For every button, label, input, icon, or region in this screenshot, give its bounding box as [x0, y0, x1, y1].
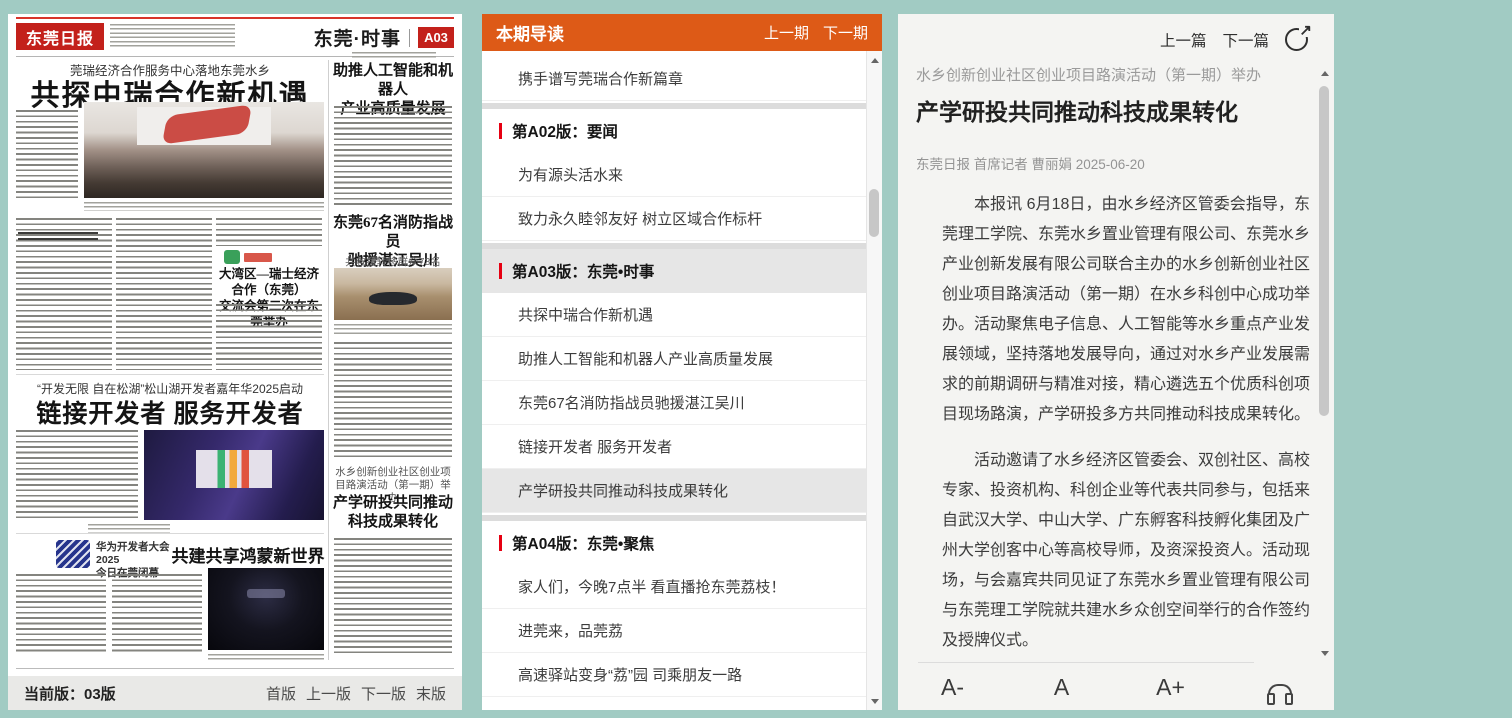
prev-article-link[interactable]: 上一篇 [1160, 29, 1207, 51]
roadshow-story-headline: 产学研投共同推动 科技成果转化 [332, 494, 454, 532]
newspaper-logo: 东莞日报 [16, 23, 104, 50]
article-body: 本报讯 6月18日，由水乡经济区管委会指导，东莞理工学院、东莞水乡置业管理有限公… [942, 190, 1310, 668]
headphones-icon [1268, 684, 1292, 698]
scrollbar-thumb[interactable] [1319, 86, 1329, 416]
scroll-down-icon[interactable] [867, 694, 882, 708]
scroll-up-icon[interactable] [867, 53, 882, 67]
masthead-separator [409, 29, 410, 47]
toc-item[interactable]: 共探中瑞合作新机遇 [482, 293, 867, 337]
toolbar-divider [918, 662, 1254, 663]
article-subtitle: 水乡创新创业社区创业项目路演活动（第一期）举办 [916, 64, 1290, 85]
toc-item[interactable]: 家人们，今晚7点半 看直播抢东莞荔枝！ [482, 565, 867, 609]
epaper-app: 东莞日报 东莞·时事 A03 莞瑞经济合作服务中心落地东莞水乡 共探中瑞合作新机… [0, 0, 1512, 718]
next-article-link[interactable]: 下一篇 [1222, 29, 1269, 51]
column-tag-icon [244, 253, 272, 262]
toc-body: 携手谱写莞瑞合作新篇章 第A02版：要闻 为有源头活水来 致力永久睦邻友好 树立… [482, 51, 882, 710]
toc-item[interactable]: 致力永久睦邻友好 树立区域合作标杆 [482, 197, 867, 241]
masthead-meta-placeholder [110, 24, 235, 48]
page-number-badge: A03 [418, 27, 454, 48]
body-text-placeholder [16, 574, 106, 654]
story-divider [16, 374, 324, 375]
toc-item[interactable]: 携手谱写莞瑞合作新篇章 [482, 57, 867, 101]
newspaper-page-image[interactable]: 东莞日报 东莞·时事 A03 莞瑞经济合作服务中心落地东莞水乡 共探中瑞合作新机… [8, 14, 462, 676]
photo-caption-placeholder [88, 524, 170, 536]
article-title: 产学研投共同推动科技成果转化 [916, 93, 1290, 127]
scroll-down-icon[interactable] [1317, 646, 1332, 660]
body-text-placeholder [112, 574, 202, 654]
article-paragraph: 本报讯 6月18日，由水乡经济区管委会指导，东莞理工学院、东莞水乡置业管理有限公… [942, 190, 1310, 430]
page-section-label: 东莞·时事 [314, 24, 401, 51]
photo-caption-placeholder [334, 324, 452, 336]
reader-toolbar: A- A A+ [898, 664, 1334, 710]
body-text-placeholder [216, 304, 322, 370]
toc-item[interactable]: 链接开发者 服务开发者 [482, 425, 867, 469]
page-bottom-rule [16, 668, 454, 669]
column-logo-icon [224, 250, 240, 264]
column-rule [328, 60, 329, 660]
font-decrease-button[interactable]: A- [898, 664, 1007, 710]
flood-rescue-photo [334, 268, 452, 320]
toc-section-a03[interactable]: 第A03版：东莞•时事 [482, 249, 867, 293]
body-text-placeholder [16, 430, 138, 520]
toc-list: 携手谱写莞瑞合作新篇章 第A02版：要闻 为有源头活水来 致力永久睦邻友好 树立… [482, 51, 867, 697]
newspaper-page-panel: 东莞日报 东莞·时事 A03 莞瑞经济合作服务中心落地东莞水乡 共探中瑞合作新机… [8, 14, 462, 710]
toc-item[interactable]: 高速驿站变身“荔”园 司乘朋友一路 [482, 653, 867, 697]
toc-scrollbar[interactable] [866, 51, 882, 710]
font-increase-button[interactable]: A+ [1116, 664, 1225, 710]
sdc-stage-photo [144, 430, 324, 520]
toc-section-a04[interactable]: 第A04版：东莞•聚焦 [482, 521, 867, 565]
kicker-placeholder [352, 52, 436, 58]
photo-caption-placeholder [208, 654, 324, 662]
issue-nav: 上一期 下一期 [764, 22, 868, 43]
toc-item-selected[interactable]: 产学研投共同推动科技成果转化 [482, 469, 867, 513]
last-page-link[interactable]: 末版 [416, 683, 446, 704]
fire-story-subhead: 共救援转移群众73名 [332, 254, 454, 269]
font-default-button[interactable]: A [1007, 664, 1116, 710]
conference-photo [84, 102, 324, 198]
toc-header: 本期导读 上一期 下一期 [482, 14, 882, 51]
prev-issue-link[interactable]: 上一期 [764, 22, 809, 43]
page-navigation-bar: 当前版：03版 首版 上一版 下一版 末版 [8, 676, 462, 710]
toc-item[interactable]: 助推人工智能和机器人产业高质量发展 [482, 337, 867, 381]
toc-section-a02[interactable]: 第A02版：要闻 [482, 109, 867, 153]
photo-caption-placeholder [84, 202, 324, 211]
listen-button[interactable] [1225, 664, 1334, 710]
article-byline: 东莞日报 首席记者 曹丽娟 2025-06-20 [916, 153, 1290, 173]
article-scrollbar[interactable] [1317, 64, 1332, 662]
scrollbar-thumb[interactable] [869, 189, 879, 237]
harmony-story-headline: 共建共享鸿蒙新世界 [170, 542, 326, 567]
body-text-placeholder [334, 342, 452, 460]
dev-story-headline: 链接开发者 服务开发者 [18, 394, 322, 430]
page-top-rule [16, 17, 454, 19]
share-icon[interactable]: ↗ [1285, 28, 1308, 51]
masthead-right: 东莞·时事 A03 [314, 24, 454, 51]
first-page-link[interactable]: 首版 [266, 683, 296, 704]
toc-item[interactable]: 进莞来，品莞荔 [482, 609, 867, 653]
page-nav-links: 首版 上一版 下一版 末版 [266, 683, 446, 704]
toc-item[interactable]: 为有源头活水来 [482, 153, 867, 197]
subhead-placeholder [18, 232, 98, 244]
story-divider [16, 533, 324, 534]
toc-panel: 本期导读 上一期 下一期 携手谱写莞瑞合作新篇章 第A02版：要闻 为有源头活水… [482, 14, 882, 710]
article-paragraph: 活动邀请了水乡经济区管委会、双创社区、高校专家、投资机构、科创企业等代表共同参与… [942, 446, 1310, 656]
article-reader-panel: 上一篇 下一篇 ↗ 水乡创新创业社区创业项目路演活动（第一期）举办 产学研投共同… [898, 14, 1334, 710]
toc-title: 本期导读 [496, 20, 564, 45]
toc-item[interactable]: 东莞67名消防指战员驰援湛江吴川 [482, 381, 867, 425]
hdc-logo-icon [56, 540, 90, 568]
prev-page-link[interactable]: 上一版 [306, 683, 351, 704]
next-issue-link[interactable]: 下一期 [823, 22, 868, 43]
current-page-label: 当前版：03版 [24, 683, 116, 704]
scroll-up-icon[interactable] [1317, 66, 1332, 80]
article-nav: 上一篇 下一篇 ↗ [1160, 28, 1308, 51]
body-text-placeholder [116, 218, 212, 370]
body-text-placeholder [334, 538, 452, 654]
next-page-link[interactable]: 下一版 [361, 683, 406, 704]
body-text-placeholder [334, 106, 452, 208]
body-text-placeholder [216, 218, 322, 246]
body-text-placeholder [16, 110, 78, 202]
article-header: 水乡创新创业社区创业项目路演活动（第一期）举办 产学研投共同推动科技成果转化 东… [916, 64, 1290, 173]
arena-photo [208, 568, 324, 650]
